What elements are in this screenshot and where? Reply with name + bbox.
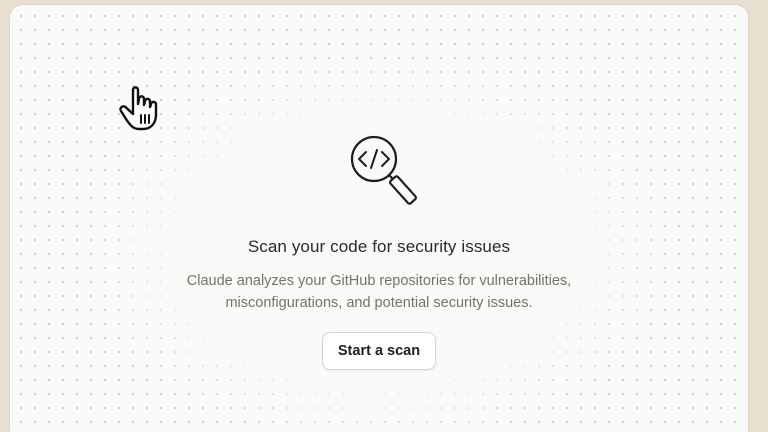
code-magnifier-icon [350,135,418,205]
empty-state: Scan your code for security issues Claud… [10,133,748,370]
start-scan-button[interactable]: Start a scan [321,332,437,370]
empty-state-description: Claude analyzes your GitHub repositories… [144,270,614,314]
hand-pointer-icon [119,86,158,131]
description-line-1: Claude analyzes your GitHub repositories… [186,273,572,289]
main-panel: Scan your code for security issues Claud… [9,4,749,432]
empty-state-title: Scan your code for security issues [247,237,511,256]
description-line-2: misconfigurations, and potential securit… [225,295,533,311]
